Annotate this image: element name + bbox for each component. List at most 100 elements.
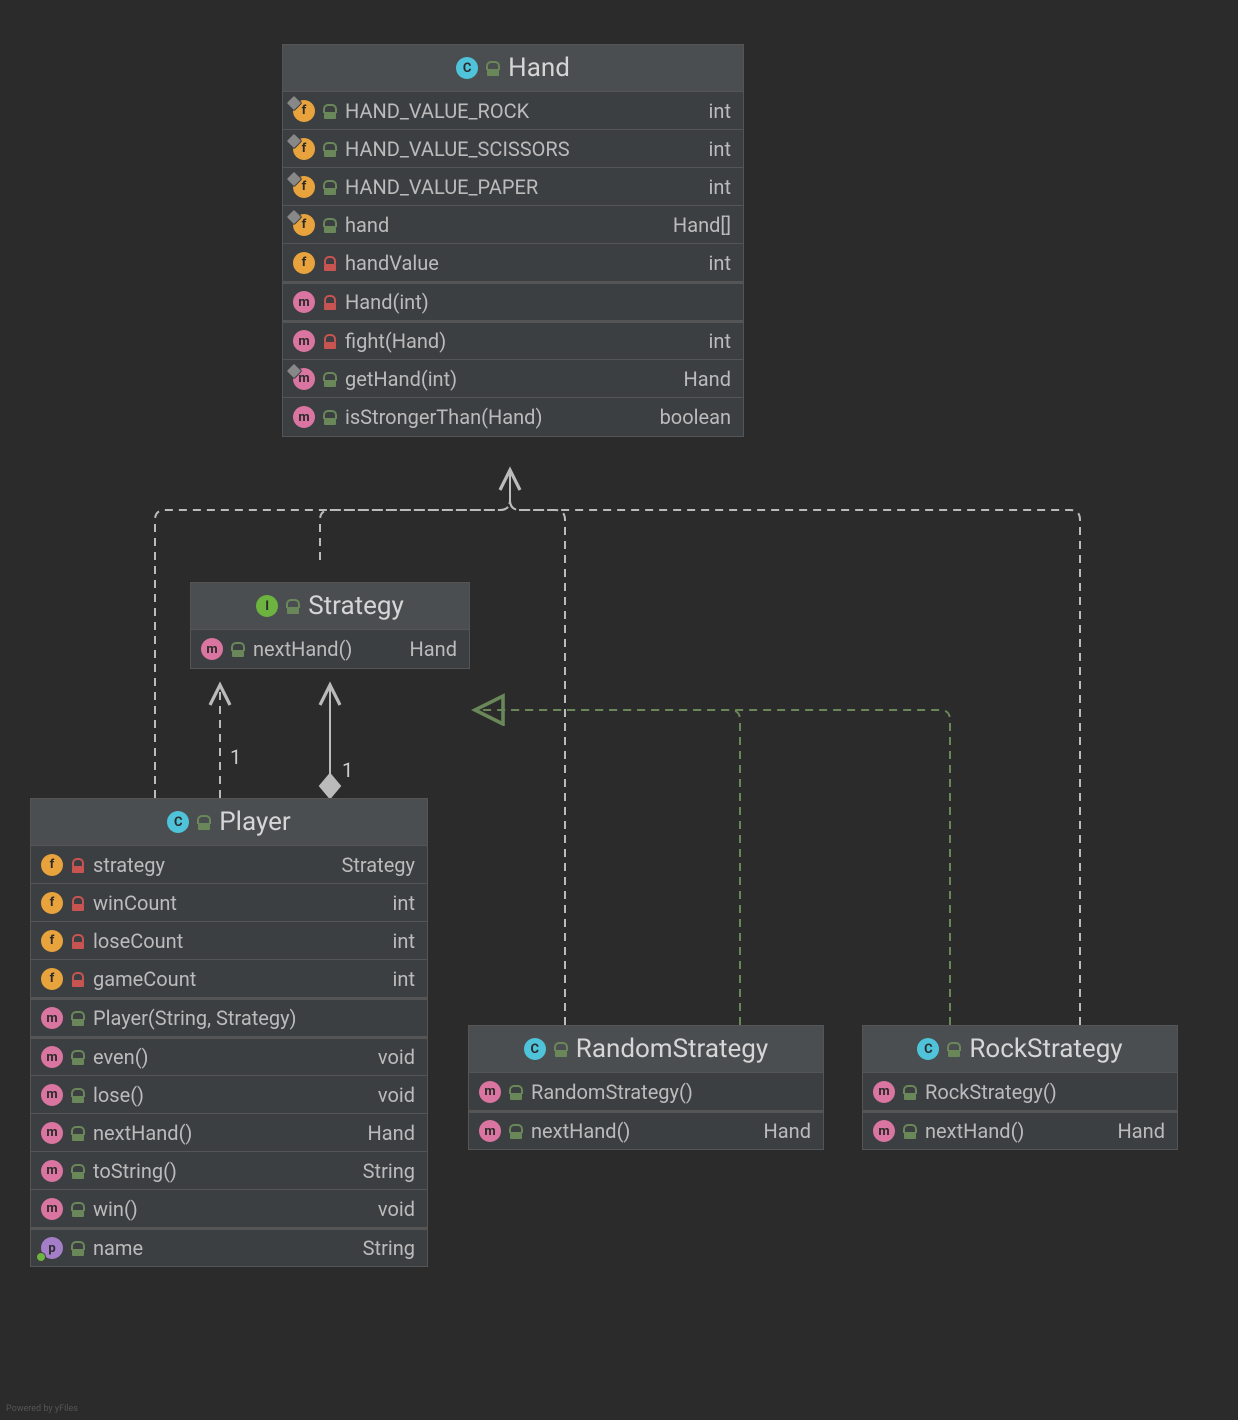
member-row[interactable]: mRandomStrategy(): [469, 1073, 823, 1111]
member-row[interactable]: mnextHand()Hand: [191, 630, 469, 668]
uml-class-rockstrategy[interactable]: C RockStrategy m RockStrategy() mnextHand()H…: [862, 1025, 1178, 1150]
member-name: handValue: [345, 251, 701, 275]
member-row[interactable]: mtoString()String: [31, 1152, 427, 1190]
field-icon: f: [41, 930, 63, 952]
member-name: win(): [93, 1197, 370, 1221]
class-name: RandomStrategy: [576, 1034, 768, 1064]
member-type: boolean: [660, 405, 731, 429]
unlock-icon: [323, 142, 337, 156]
member-row[interactable]: fstrategyStrategy: [31, 846, 427, 884]
member-row[interactable]: fhandHand[]: [283, 206, 743, 244]
member-type: Hand[]: [673, 213, 731, 237]
property-icon: p: [41, 1237, 63, 1259]
field-icon: f: [293, 138, 315, 160]
member-type: Hand: [368, 1121, 415, 1145]
member-name: HAND_VALUE_ROCK: [345, 99, 701, 123]
member-type: int: [393, 967, 415, 991]
member-row[interactable]: meven()void: [31, 1037, 427, 1076]
unlock-icon: [286, 599, 300, 613]
member-row[interactable]: m RockStrategy(): [863, 1073, 1177, 1111]
member-row[interactable]: fHAND_VALUE_PAPERint: [283, 168, 743, 206]
method-icon: m: [41, 1046, 63, 1068]
member-row[interactable]: fwinCountint: [31, 884, 427, 922]
member-row[interactable]: mwin()void: [31, 1190, 427, 1228]
unlock-icon: [903, 1085, 917, 1099]
interface-icon: I: [256, 595, 278, 617]
member-name: nextHand(): [93, 1121, 360, 1145]
unlock-icon: [231, 642, 245, 656]
class-header[interactable]: CHand: [283, 45, 743, 92]
lock-icon: [71, 972, 85, 986]
member-name: RockStrategy(): [925, 1080, 1165, 1104]
member-row[interactable]: f gameCount int: [31, 960, 427, 998]
uml-class-randomstrategy[interactable]: CRandomStrategymRandomStrategy()mnextHan…: [468, 1025, 824, 1150]
member-name: nextHand(): [253, 637, 402, 661]
member-row[interactable]: fHAND_VALUE_ROCKint: [283, 92, 743, 130]
member-type: int: [393, 891, 415, 915]
member-name: Hand(int): [345, 290, 731, 314]
class-icon: C: [456, 57, 478, 79]
unlock-icon: [71, 1011, 85, 1025]
uml-class-player[interactable]: C Player fstrategyStrategyfwinCountintflos…: [30, 798, 428, 1267]
lock-icon: [71, 858, 85, 872]
member-type: int: [709, 251, 731, 275]
method-icon: m: [873, 1081, 895, 1103]
member-name: nextHand(): [531, 1119, 756, 1143]
member-row[interactable]: mnextHand()Hand: [863, 1111, 1177, 1149]
member-row[interactable]: misStrongerThan(Hand)boolean: [283, 398, 743, 436]
lock-icon: [323, 256, 337, 270]
method-icon: m: [479, 1120, 501, 1142]
class-header[interactable]: C RockStrategy: [863, 1026, 1177, 1073]
member-name: strategy: [93, 853, 333, 877]
class-header[interactable]: C RandomStrategy: [469, 1026, 823, 1073]
uml-class-hand[interactable]: CHandfHAND_VALUE_ROCKintfHAND_VALUE_SCIS…: [282, 44, 744, 437]
member-type: Hand: [764, 1119, 811, 1143]
member-name: gameCount: [93, 967, 385, 991]
member-row[interactable]: mfight(Hand)int: [283, 321, 743, 360]
member-type: int: [393, 929, 415, 953]
field-icon: f: [41, 968, 63, 990]
class-header[interactable]: IStrategy: [191, 583, 469, 630]
member-name: hand: [345, 213, 665, 237]
field-icon: f: [293, 176, 315, 198]
class-name: Player: [219, 807, 290, 837]
class-icon: C: [917, 1038, 939, 1060]
unlock-icon: [323, 180, 337, 194]
method-icon: m: [41, 1160, 63, 1182]
field-icon: f: [293, 100, 315, 122]
unlock-icon: [71, 1202, 85, 1216]
unlock-icon: [554, 1042, 568, 1056]
unlock-icon: [71, 1241, 85, 1255]
unlock-icon: [486, 61, 500, 75]
unlock-icon: [509, 1085, 523, 1099]
member-name: Player(String, Strategy): [93, 1006, 415, 1030]
lock-icon: [323, 334, 337, 348]
member-row[interactable]: pnameString: [31, 1228, 427, 1266]
class-icon: C: [524, 1038, 546, 1060]
member-row[interactable]: floseCountint: [31, 922, 427, 960]
class-name: RockStrategy: [969, 1034, 1122, 1064]
member-row[interactable]: fHAND_VALUE_SCISSORSint: [283, 130, 743, 168]
unlock-icon: [323, 218, 337, 232]
method-icon: m: [293, 291, 315, 313]
member-row[interactable]: m nextHand() Hand: [469, 1111, 823, 1149]
member-type: String: [363, 1159, 415, 1183]
member-row[interactable]: mPlayer(String, Strategy): [31, 998, 427, 1037]
member-row[interactable]: fhandValueint: [283, 244, 743, 282]
member-row[interactable]: mlose()void: [31, 1076, 427, 1114]
member-type: int: [709, 137, 731, 161]
member-row[interactable]: mnextHand()Hand: [31, 1114, 427, 1152]
member-type: Hand: [410, 637, 457, 661]
method-icon: m: [479, 1081, 501, 1103]
class-header[interactable]: C Player: [31, 799, 427, 846]
lock-icon: [71, 896, 85, 910]
multiplicity-label: 1: [342, 758, 353, 782]
uml-class-strategy[interactable]: IStrategymnextHand()Hand: [190, 582, 470, 669]
unlock-icon: [947, 1042, 961, 1056]
member-type: String: [363, 1236, 415, 1260]
member-row[interactable]: mgetHand(int)Hand: [283, 360, 743, 398]
member-type: Hand: [1118, 1119, 1165, 1143]
class-icon: C: [167, 811, 189, 833]
unlock-icon: [323, 104, 337, 118]
member-row[interactable]: m Hand(int): [283, 282, 743, 321]
